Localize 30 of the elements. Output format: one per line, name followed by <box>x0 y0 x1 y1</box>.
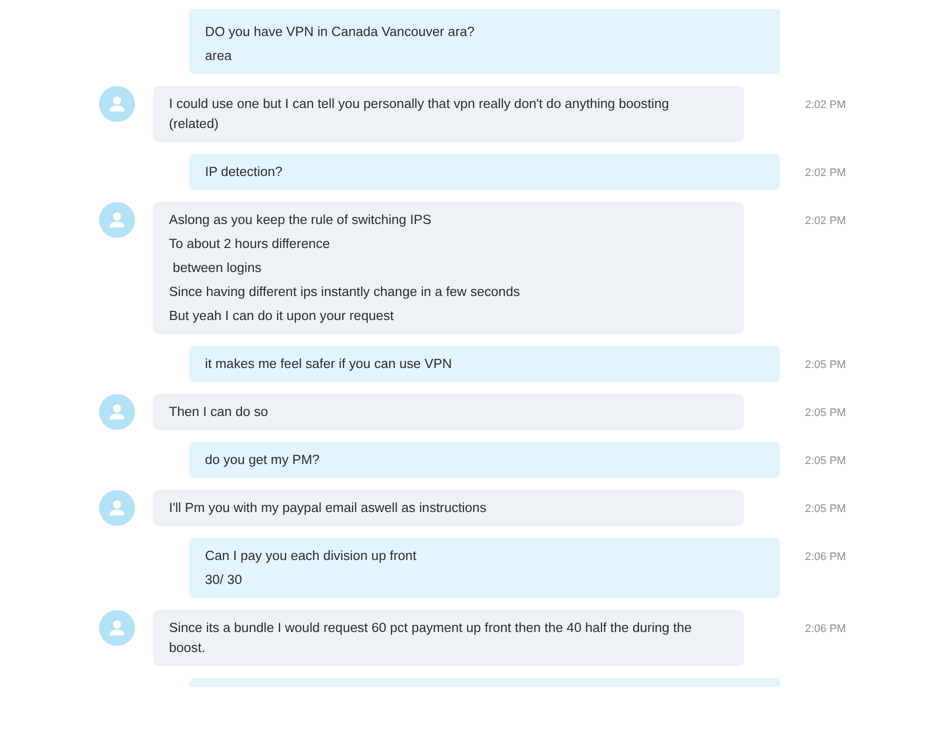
message-text: I could use one but I can tell you personally that vpn really don't do anything boosting (related) <box>169 95 670 133</box>
timestamp: 2:02 PM <box>805 166 846 180</box>
timestamp: 2:05 PM <box>805 358 846 372</box>
message-text: between logins <box>172 259 262 277</box>
message-text: I'll Pm you with my paypal email aswell as instructions <box>169 499 488 517</box>
message-text: area <box>205 47 233 65</box>
message-text: it makes me feel safer if you can use VPN <box>205 355 453 373</box>
message-text: Aslong as you keep the rule of switching IPS <box>169 211 432 229</box>
avatar-icon <box>99 202 135 238</box>
avatar-icon <box>99 490 135 526</box>
message-text: IP detection? <box>205 163 284 181</box>
timestamp: 2:06 PM <box>805 622 846 636</box>
avatar-icon <box>99 610 135 646</box>
timestamp: 2:06 PM <box>805 550 846 564</box>
avatar-icon <box>99 86 135 122</box>
message-text: But yeah I can do it upon your request <box>169 307 395 325</box>
timestamp: 2:05 PM <box>805 454 846 468</box>
message-text: Since its a bundle I would request 60 pct payment up front then the 40 half the during the boost. <box>169 619 693 657</box>
message-text: Then I can do so <box>169 403 270 421</box>
timestamp: 2:02 PM <box>805 98 846 112</box>
timestamp: 2:02 PM <box>805 214 846 228</box>
timestamp: 2:05 PM <box>805 502 846 516</box>
message-text: Since having different ips instantly change in a few seconds <box>169 283 521 301</box>
message-text: Can I pay you each division up front <box>205 547 418 565</box>
avatar-icon <box>99 394 135 430</box>
message-text: DO you have VPN in Canada Vancouver ara? <box>205 23 476 41</box>
message-text: To about 2 hours difference <box>169 235 331 253</box>
timestamp: 2:05 PM <box>805 406 846 420</box>
message-text: 30/ 30 <box>205 571 243 589</box>
message-text: do you get my PM? <box>205 451 321 469</box>
